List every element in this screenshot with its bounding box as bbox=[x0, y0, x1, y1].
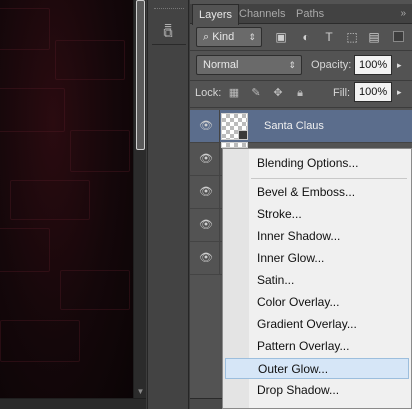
strip-divider bbox=[152, 44, 186, 45]
smart-object-badge-icon bbox=[238, 130, 248, 140]
brick bbox=[10, 180, 90, 220]
menu-item-blending-options[interactable]: Blending Options... bbox=[225, 153, 409, 174]
fill-dropdown-icon[interactable]: ▸ bbox=[397, 87, 402, 98]
document-canvas[interactable] bbox=[0, 0, 133, 409]
panel-tabs: Layers Channels Paths » bbox=[190, 4, 412, 25]
visibility-eye-icon[interactable]: 👁︎ bbox=[198, 185, 214, 199]
canvas-horizontal-scrollbar[interactable] bbox=[0, 398, 146, 409]
select-caret-icon: ⇕ bbox=[248, 32, 256, 42]
eye-column-divider bbox=[219, 176, 220, 209]
divider bbox=[190, 80, 412, 81]
blend-mode-select[interactable]: Normal ⇕ bbox=[196, 55, 302, 75]
filter-shape-icon[interactable]: ⬚ bbox=[343, 28, 361, 46]
menu-separator bbox=[251, 178, 407, 179]
panel-grip[interactable] bbox=[154, 8, 184, 11]
menu-item-drop-shadow[interactable]: Drop Shadow... bbox=[225, 380, 409, 401]
tab-layers[interactable]: Layers bbox=[192, 4, 240, 25]
scroll-down-arrow-icon[interactable]: ▼ bbox=[136, 387, 145, 396]
menu-item-inner-glow[interactable]: Inner Glow... bbox=[225, 248, 409, 269]
visibility-eye-icon[interactable]: 👁︎ bbox=[198, 251, 214, 265]
filter-pixel-icon[interactable]: ▣ bbox=[272, 28, 290, 46]
brick bbox=[70, 130, 130, 172]
opacity-input[interactable]: 100% bbox=[354, 55, 392, 75]
layer-thumbnail bbox=[221, 113, 248, 140]
menu-item-color-overlay[interactable]: Color Overlay... bbox=[225, 292, 409, 313]
menu-item-inner-shadow[interactable]: Inner Shadow... bbox=[225, 226, 409, 247]
visibility-eye-icon[interactable]: 👁︎ bbox=[198, 152, 214, 166]
scrollbar-thumb[interactable] bbox=[136, 0, 145, 150]
blend-mode-value: Normal bbox=[203, 59, 239, 71]
lock-position-icon[interactable]: ✥ bbox=[270, 85, 286, 101]
filter-type-icon[interactable]: T bbox=[320, 28, 338, 46]
fill-input[interactable]: 100% bbox=[354, 82, 392, 102]
layer-name: Santa Claus bbox=[264, 120, 324, 132]
filter-toggle[interactable] bbox=[393, 31, 404, 42]
eye-column-divider bbox=[219, 110, 220, 143]
layer-row-santa-claus[interactable]: 👁︎ Santa Claus bbox=[190, 110, 412, 143]
tab-channels[interactable]: Channels bbox=[233, 4, 291, 24]
filter-smartobject-icon[interactable]: ▤ bbox=[365, 28, 383, 46]
brick bbox=[0, 320, 80, 362]
lock-transparent-pixels-icon[interactable]: ▦ bbox=[226, 85, 242, 101]
canvas-vertical-scrollbar[interactable]: ▼ bbox=[133, 0, 146, 398]
panel-icon-strip: ≡ ⧉ bbox=[147, 0, 189, 409]
tab-paths[interactable]: Paths bbox=[290, 4, 330, 24]
filter-kind-select[interactable]: ⌕ Kind ⇕ bbox=[196, 27, 262, 47]
opacity-label: Opacity: bbox=[311, 59, 352, 71]
brick bbox=[0, 228, 50, 272]
filter-kind-label: Kind bbox=[212, 31, 235, 43]
opacity-dropdown-icon[interactable]: ▸ bbox=[397, 60, 402, 71]
brick bbox=[0, 88, 65, 132]
menu-item-outer-glow[interactable]: Outer Glow... bbox=[225, 358, 409, 379]
filter-adjustment-icon[interactable]: ◐ bbox=[297, 28, 315, 46]
divider bbox=[190, 107, 412, 108]
menu-item-stroke[interactable]: Stroke... bbox=[225, 204, 409, 225]
brick bbox=[60, 270, 130, 310]
menu-item-bevel-emboss[interactable]: Bevel & Emboss... bbox=[225, 182, 409, 203]
layer-style-context-menu: Blending Options... Bevel & Emboss... St… bbox=[222, 148, 412, 409]
lock-image-pixels-icon[interactable]: ✎ bbox=[248, 85, 264, 101]
lock-label: Lock: bbox=[195, 87, 222, 99]
eye-column-divider bbox=[219, 209, 220, 242]
panel-flyout-menu-icon[interactable]: » bbox=[400, 8, 406, 19]
visibility-eye-icon[interactable]: 👁︎ bbox=[198, 218, 214, 232]
brick bbox=[0, 8, 50, 50]
select-caret-icon: ⇕ bbox=[288, 60, 296, 70]
menu-item-gradient-overlay[interactable]: Gradient Overlay... bbox=[225, 314, 409, 335]
eye-column-divider bbox=[219, 143, 220, 176]
visibility-eye-icon[interactable]: 👁︎ bbox=[198, 119, 214, 133]
lock-all-icon[interactable]: 🔒︎ bbox=[292, 85, 308, 101]
fill-label: Fill: bbox=[333, 87, 351, 99]
menu-item-pattern-overlay[interactable]: Pattern Overlay... bbox=[225, 336, 409, 357]
cube-3d-icon[interactable]: ⧉ bbox=[158, 24, 178, 42]
divider bbox=[190, 50, 412, 51]
eye-column-divider bbox=[219, 242, 220, 275]
search-icon: ⌕ bbox=[203, 31, 213, 43]
menu-item-satin[interactable]: Satin... bbox=[225, 270, 409, 291]
brick bbox=[55, 40, 125, 80]
